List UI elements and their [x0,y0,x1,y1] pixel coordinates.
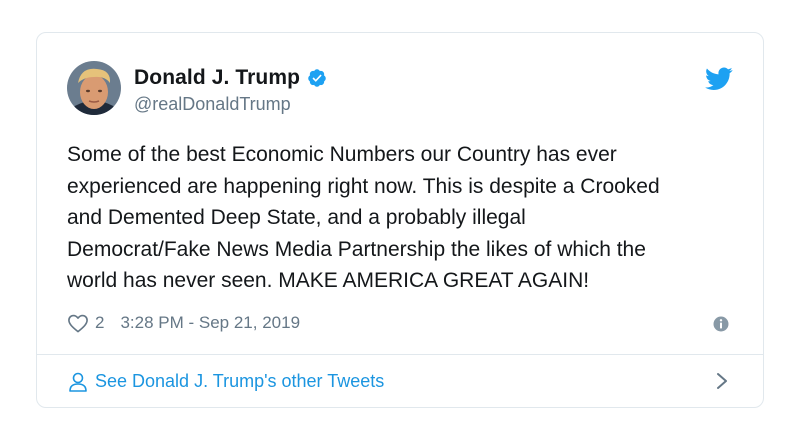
info-icon[interactable] [713,316,729,332]
name-row: Donald J. Trump [134,66,327,90]
tweet-card: Donald J. Trump @realDonaldTrump Some of… [36,32,764,408]
twitter-bird-icon[interactable] [705,67,733,91]
tweet-meta: 2 3:28 PM - Sep 21, 2019 [67,313,300,333]
avatar-image [67,61,121,115]
tweet-text-line: experienced are happening right now. Thi… [67,174,660,198]
heart-icon[interactable] [67,313,89,333]
tweet-text-line: Democrat/Fake News Media Partnership the… [67,237,646,261]
user-handle[interactable]: @realDonaldTrump [134,94,291,115]
other-tweets-label[interactable]: See Donald J. Trump's other Tweets [95,371,384,392]
avatar[interactable] [67,61,121,115]
tweet-text: Some of the best Economic Numbers our Co… [67,139,735,297]
tweet-text-line: Some of the best Economic Numbers our Co… [67,143,617,166]
display-name[interactable]: Donald J. Trump [134,66,300,90]
tweet-text-line: and Demented Deep State, and a probably … [67,206,526,229]
person-icon [67,371,89,393]
tweet-text-line: world has never seen. MAKE AMERICA GREAT… [67,269,590,292]
tweet-timestamp[interactable]: 3:28 PM - Sep 21, 2019 [120,313,300,333]
chevron-right-icon[interactable] [715,371,729,391]
like-count[interactable]: 2 [95,313,104,333]
other-tweets-link[interactable]: See Donald J. Trump's other Tweets [37,355,763,408]
verified-badge-icon [307,68,327,88]
